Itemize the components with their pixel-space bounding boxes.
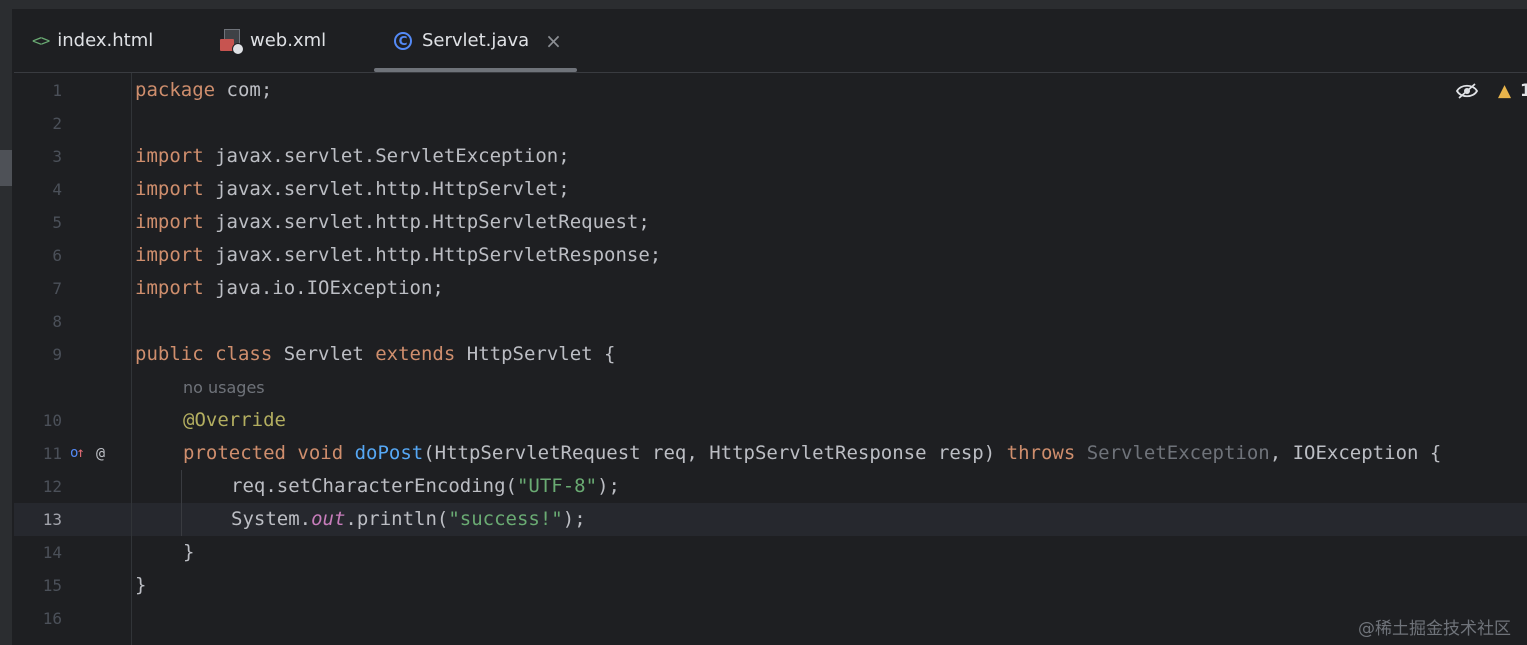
code-text: @Override <box>183 409 286 431</box>
code-text: req.setCharacterEncoding("UTF-8"); <box>231 475 620 497</box>
line-number: 3 <box>52 147 62 166</box>
code-text: import javax.servlet.ServletException; <box>135 145 570 167</box>
code-line: 15 } <box>14 569 1527 602</box>
line-number: 1 <box>52 81 62 100</box>
code-line: 10 @Override <box>14 404 1527 437</box>
code-text: public class Servlet extends HttpServlet… <box>135 343 616 365</box>
code-text: import java.io.IOException; <box>135 277 444 299</box>
code-text: import javax.servlet.http.HttpServletRes… <box>135 244 662 266</box>
left-tool-marker[interactable] <box>0 150 12 186</box>
indent-guide <box>181 470 182 536</box>
warning-count[interactable]: 1 <box>1520 81 1527 101</box>
code-text: } <box>135 574 147 596</box>
window-top-bar <box>0 0 1527 9</box>
watermark: @稀土掘金技术社区 <box>1358 619 1511 639</box>
tab-label: web.xml <box>250 30 327 51</box>
code-text: System.out.println("success!"); <box>231 508 586 530</box>
code-line: 16 <box>14 602 1527 635</box>
line-number: 16 <box>42 609 62 628</box>
line-number: 9 <box>52 345 62 364</box>
inlay-hint-line: no usages <box>14 371 1527 404</box>
xml-file-icon <box>220 28 244 55</box>
override-method-icon[interactable]: o↑ <box>70 437 85 470</box>
code-line: 14 } <box>14 536 1527 569</box>
code-text: import javax.servlet.http.HttpServlet; <box>135 178 570 200</box>
line-number: 7 <box>52 279 62 298</box>
tab-label: Servlet.java <box>422 30 530 51</box>
editor-tab-bar: <> index.html web.xml C Servlet.java × <box>14 9 1527 73</box>
tab-label: index.html <box>57 30 154 51</box>
line-number: 10 <box>42 411 62 430</box>
reader-mode-icon[interactable] <box>1456 83 1478 99</box>
line-number: 11 <box>42 444 62 463</box>
line-number: 5 <box>52 213 62 232</box>
code-text: import javax.servlet.http.HttpServletReq… <box>135 211 650 233</box>
code-line: 9 public class Servlet extends HttpServl… <box>14 338 1527 371</box>
code-line: 5 import javax.servlet.http.HttpServletR… <box>14 206 1527 239</box>
tab-index-html[interactable]: <> index.html <box>32 9 153 72</box>
code-text: package com; <box>135 79 273 101</box>
code-line: 1 package com; <box>14 74 1527 107</box>
code-line: 12 req.setCharacterEncoding("UTF-8"); <box>14 470 1527 503</box>
code-line: 8 <box>14 305 1527 338</box>
code-line: 6 import javax.servlet.http.HttpServletR… <box>14 239 1527 272</box>
line-number: 2 <box>52 114 62 133</box>
java-class-icon: C <box>394 31 412 50</box>
line-number: 6 <box>52 246 62 265</box>
line-number: 8 <box>52 312 62 331</box>
tab-servlet-java[interactable]: C Servlet.java × <box>394 9 562 72</box>
left-tool-strip <box>0 9 12 645</box>
code-line: 2 <box>14 107 1527 140</box>
active-tab-indicator <box>374 68 577 72</box>
code-line: 4 import javax.servlet.http.HttpServlet; <box>14 173 1527 206</box>
gutter-divider <box>131 73 132 645</box>
usages-hint[interactable]: no usages <box>183 371 265 404</box>
annotation-gutter-icon[interactable]: @ <box>96 437 105 470</box>
line-number: 13 <box>42 510 62 529</box>
line-number: 14 <box>42 543 62 562</box>
html-file-icon: <> <box>32 31 50 50</box>
current-code-line: 13 System.out.println("success!"); <box>14 503 1527 536</box>
line-number: 15 <box>42 576 62 595</box>
warning-icon[interactable]: ▲ <box>1498 81 1511 101</box>
code-line: 11 o↑ @ protected void doPost(HttpServle… <box>14 437 1527 470</box>
code-editor[interactable]: 1 package com; 2 3 import javax.servlet.… <box>14 73 1527 645</box>
close-icon[interactable]: × <box>545 29 562 53</box>
code-text: protected void doPost(HttpServletRequest… <box>183 442 1442 464</box>
line-number: 4 <box>52 180 62 199</box>
code-text: } <box>183 541 195 563</box>
tab-web-xml[interactable]: web.xml <box>220 9 326 72</box>
line-number: 12 <box>42 477 62 496</box>
code-line: 7 import java.io.IOException; <box>14 272 1527 305</box>
code-line: 3 import javax.servlet.ServletException; <box>14 140 1527 173</box>
